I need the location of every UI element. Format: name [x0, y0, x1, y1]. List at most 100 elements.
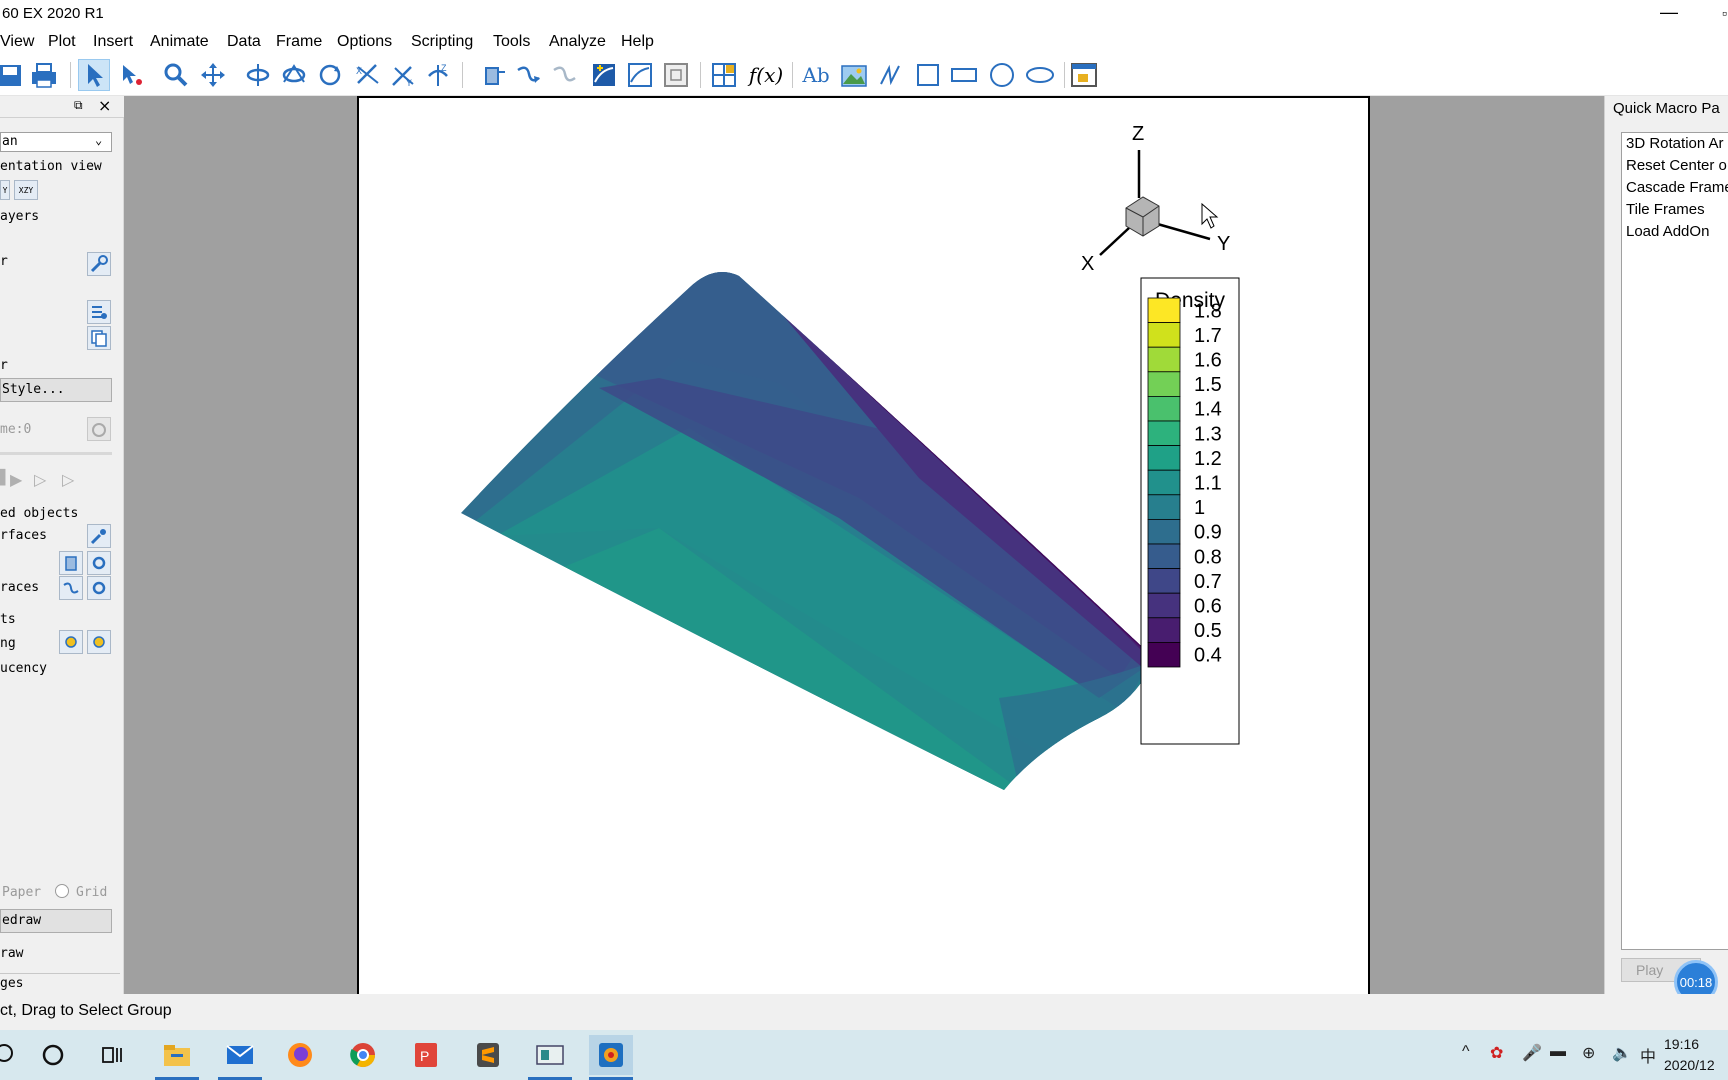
- square-icon[interactable]: [912, 59, 944, 91]
- image-icon[interactable]: [838, 59, 870, 91]
- streamtrace-small-icon[interactable]: [59, 576, 83, 600]
- svg-text:X: X: [356, 66, 362, 76]
- axis-xzy-button[interactable]: XZY: [14, 180, 38, 200]
- close-icon[interactable]: ×: [98, 96, 111, 115]
- surfaces-settings-icon[interactable]: [87, 524, 111, 548]
- copy-settings-icon[interactable]: [87, 326, 111, 350]
- menu-insert[interactable]: Insert: [93, 33, 133, 51]
- macro-item[interactable]: Load AddOn: [1626, 223, 1709, 240]
- macro-list: 3D Rotation Ar Reset Center o Cascade Fr…: [1621, 132, 1728, 950]
- menu-scripting[interactable]: Scripting: [411, 33, 473, 51]
- streamtraces-label: races: [0, 580, 40, 595]
- rectangle-icon[interactable]: [948, 59, 980, 91]
- rotate-spherical-icon[interactable]: [314, 59, 346, 91]
- isosurface-icon[interactable]: [59, 551, 83, 575]
- slice-icon[interactable]: [708, 59, 740, 91]
- translate-icon[interactable]: [197, 59, 229, 91]
- chrome-icon[interactable]: [341, 1035, 385, 1075]
- legend-swatch: [1147, 642, 1181, 668]
- skip-end-icon[interactable]: ▷: [62, 470, 74, 489]
- save-icon[interactable]: [0, 59, 26, 91]
- streamtrace-settings-icon[interactable]: [87, 576, 111, 600]
- legend-swatch: [1147, 322, 1181, 348]
- sidebar-item-ts: ts: [0, 612, 16, 627]
- step-forward-icon[interactable]: ▷: [34, 470, 46, 489]
- volume-icon[interactable]: 🔈: [1612, 1043, 1632, 1063]
- macro-item[interactable]: Cascade Frame: [1626, 179, 1728, 196]
- legend-level-label: 1.4: [1194, 399, 1222, 421]
- toolbar: X Y Z f(x) Ab: [0, 56, 1728, 96]
- ellipse-icon[interactable]: [1024, 59, 1056, 91]
- lighting-settings-icon[interactable]: [87, 630, 111, 654]
- task-view-icon[interactable]: [90, 1035, 134, 1075]
- select-arrow-icon[interactable]: [78, 59, 110, 91]
- isosurface-settings-icon[interactable]: [87, 551, 111, 575]
- print-icon[interactable]: [28, 59, 60, 91]
- plot-type-dropdown[interactable]: an ⌄: [0, 132, 112, 152]
- cloud-app-icon[interactable]: ✿: [1490, 1043, 1503, 1063]
- maximize-button[interactable]: ▫: [1722, 5, 1727, 21]
- macro-item[interactable]: Tile Frames: [1626, 201, 1705, 218]
- redraw-button[interactable]: edraw: [0, 909, 112, 933]
- menu-options[interactable]: Options: [337, 33, 392, 51]
- rotate-about-axis-icon[interactable]: Y: [387, 59, 419, 91]
- axis-y-button[interactable]: Y: [0, 180, 10, 200]
- menu-animate[interactable]: Animate: [150, 33, 209, 51]
- minimize-button[interactable]: —: [1660, 2, 1678, 23]
- rotate-rollerball-icon[interactable]: X: [352, 59, 384, 91]
- rotate-y-icon[interactable]: [278, 59, 310, 91]
- menu-analyze[interactable]: Analyze: [549, 33, 606, 51]
- menu-help[interactable]: Help: [621, 33, 654, 51]
- streamtrace-icon[interactable]: [512, 59, 544, 91]
- menu-data[interactable]: Data: [227, 33, 261, 51]
- menu-frame[interactable]: Frame: [276, 33, 322, 51]
- input-method-indicator[interactable]: 中: [1640, 1043, 1656, 1067]
- text-icon[interactable]: Ab: [800, 59, 832, 91]
- search-icon[interactable]: [0, 1035, 28, 1075]
- macro-item[interactable]: 3D Rotation Ar: [1626, 135, 1724, 152]
- clock[interactable]: 19:16 2020/12: [1664, 1034, 1728, 1076]
- polyline-icon[interactable]: [874, 59, 906, 91]
- probe-icon[interactable]: [478, 59, 510, 91]
- microphone-icon[interactable]: 🎤: [1522, 1043, 1542, 1063]
- menu-plot[interactable]: Plot: [48, 33, 76, 51]
- sublime-text-icon[interactable]: [466, 1035, 510, 1075]
- tecplot-app-icon[interactable]: [589, 1035, 633, 1080]
- time-settings-icon[interactable]: [87, 417, 111, 441]
- cortana-icon[interactable]: [31, 1035, 75, 1075]
- frame-link-icon[interactable]: [1068, 59, 1100, 91]
- pages-tab[interactable]: ges: [0, 976, 23, 991]
- grid-radio[interactable]: [55, 884, 69, 898]
- circle-icon[interactable]: [986, 59, 1018, 91]
- mail-icon[interactable]: [218, 1035, 262, 1080]
- wrench-icon[interactable]: [87, 252, 111, 276]
- network-icon[interactable]: ⊕: [1582, 1043, 1595, 1063]
- rotate-z-icon[interactable]: Z: [422, 59, 454, 91]
- adjust-arrow-icon[interactable]: [116, 59, 148, 91]
- chevron-up-icon[interactable]: ^: [1462, 1043, 1470, 1061]
- macro-item[interactable]: Reset Center o: [1626, 157, 1727, 174]
- play-icon[interactable]: ▶: [10, 470, 22, 489]
- plot-frame[interactable]: Z Y X Density 1.8 1.7 1.6 1.5 1.4 1.3 1.2 1.1 1 0…: [357, 96, 1370, 996]
- slice-surfaces-label: rfaces: [0, 528, 47, 543]
- mesh-settings-icon[interactable]: [87, 300, 111, 324]
- rotate-x-icon[interactable]: [242, 59, 274, 91]
- legend-level-label: 1.2: [1194, 448, 1222, 470]
- legend-swatch: [1147, 420, 1181, 447]
- style-button[interactable]: Style...: [0, 378, 112, 402]
- window-app-icon[interactable]: [528, 1035, 572, 1080]
- firefox-icon[interactable]: [278, 1035, 322, 1075]
- contour-add-icon[interactable]: [588, 59, 620, 91]
- file-explorer-icon[interactable]: [155, 1035, 199, 1080]
- streamtrace-disabled-icon[interactable]: [548, 59, 580, 91]
- light-bulb-icon[interactable]: [59, 630, 83, 654]
- zoom-icon[interactable]: [160, 59, 192, 91]
- menu-view[interactable]: View: [0, 33, 34, 51]
- equation-icon[interactable]: f(x): [749, 59, 783, 91]
- pdf-reader-icon[interactable]: P: [404, 1035, 448, 1075]
- menu-tools[interactable]: Tools: [493, 33, 530, 51]
- contour-remove-icon[interactable]: [624, 59, 656, 91]
- contour-level-icon[interactable]: [660, 59, 692, 91]
- undock-icon[interactable]: ⧉: [74, 98, 83, 113]
- battery-icon[interactable]: ▬: [1550, 1043, 1566, 1061]
